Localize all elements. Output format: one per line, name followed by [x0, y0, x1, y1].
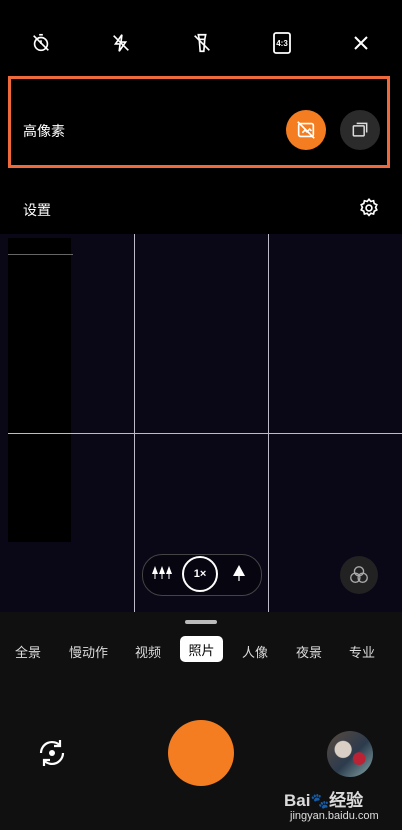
- torch-off-icon[interactable]: [187, 28, 217, 58]
- high-pixel-mode-button[interactable]: [340, 110, 380, 150]
- filter-button[interactable]: [340, 556, 378, 594]
- high-pixel-on-button[interactable]: [286, 110, 326, 150]
- watermark-suffix: 经验: [329, 791, 364, 810]
- mode-panorama[interactable]: 全景: [15, 642, 41, 661]
- timer-off-icon[interactable]: [26, 28, 56, 58]
- shutter-button[interactable]: [168, 720, 234, 786]
- mode-portrait[interactable]: 人像: [242, 642, 268, 661]
- settings-label[interactable]: 设置: [23, 200, 51, 220]
- grid-line: [268, 234, 269, 612]
- gear-icon[interactable]: [358, 197, 382, 221]
- highlight-box: [8, 76, 390, 168]
- image-off-icon: [297, 121, 315, 139]
- mode-night[interactable]: 夜景: [296, 642, 322, 661]
- zoom-level-label: 1×: [193, 568, 207, 580]
- aspect-ratio-label: 4:3: [276, 38, 288, 48]
- drawer-handle[interactable]: [185, 620, 217, 624]
- tele-icon[interactable]: [233, 565, 245, 586]
- grid-line: [8, 254, 73, 255]
- flash-off-icon[interactable]: [106, 28, 136, 58]
- watermark-brand: Bai: [284, 791, 311, 810]
- grid-line: [134, 234, 135, 612]
- switch-camera-button[interactable]: [34, 735, 70, 771]
- resolution-icon: [352, 122, 368, 137]
- gallery-thumbnail[interactable]: [327, 731, 373, 777]
- filter-icon: [350, 566, 368, 584]
- wide-angle-icon[interactable]: [152, 566, 172, 585]
- mode-photo[interactable]: 照片: [180, 636, 223, 662]
- viewfinder-obstruction: [8, 238, 71, 542]
- grid-line: [8, 433, 402, 434]
- close-icon[interactable]: [346, 28, 376, 58]
- mode-video[interactable]: 视频: [135, 642, 161, 661]
- watermark-url: jingyan.baidu.com: [290, 810, 379, 822]
- mode-slow-motion[interactable]: 慢动作: [69, 642, 108, 661]
- switch-camera-icon: [39, 740, 65, 766]
- high-pixel-label: 高像素: [23, 123, 65, 139]
- zoom-level-button[interactable]: 1×: [182, 556, 218, 592]
- aspect-ratio-icon[interactable]: 4:3: [267, 28, 297, 58]
- top-toolbar: 4:3: [0, 0, 402, 84]
- mode-photo-label: 照片: [188, 642, 215, 658]
- watermark-logo: Bai🐾经验: [284, 791, 364, 810]
- mode-pro[interactable]: 专业: [349, 642, 375, 661]
